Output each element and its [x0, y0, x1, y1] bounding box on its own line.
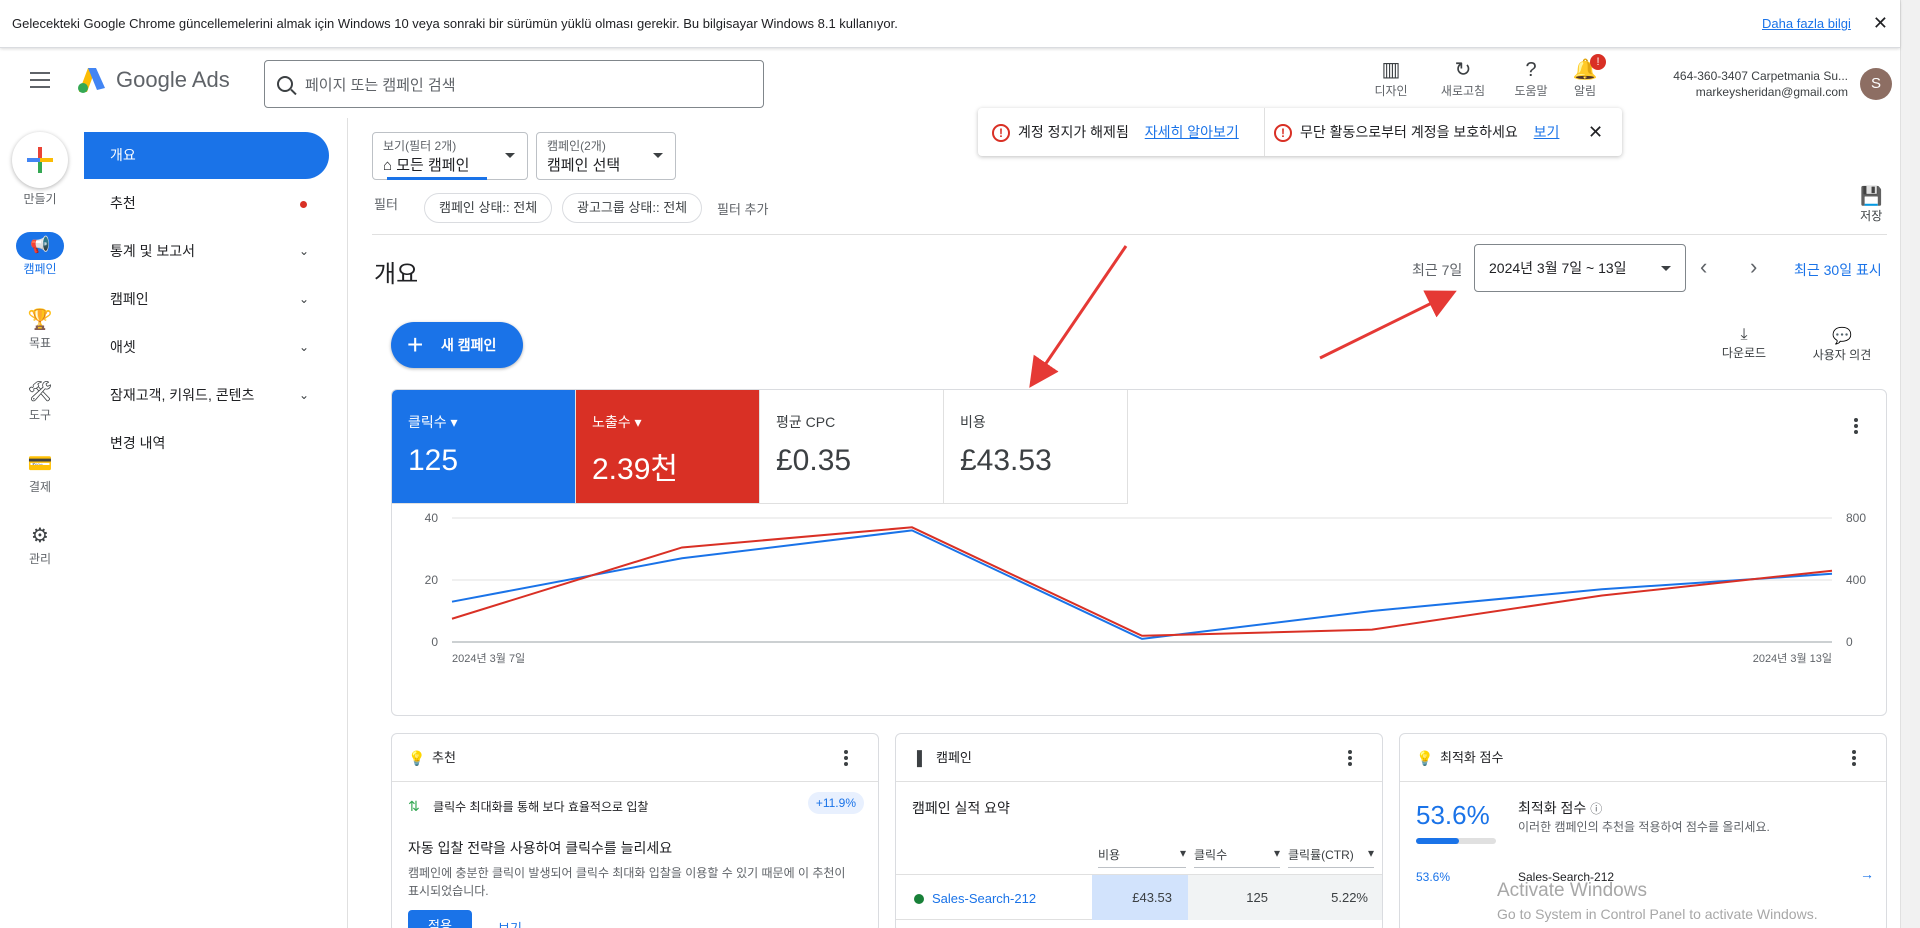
bar-chart-icon: ▐ — [912, 750, 922, 766]
metric-value: £0.35 — [776, 444, 852, 477]
apply-button[interactable]: 적용 — [408, 910, 472, 928]
optimization-score-value: 53.6% — [1416, 800, 1490, 830]
card-more-icon[interactable] — [1852, 750, 1856, 768]
x-tick-label: 2024년 3월 13일 — [1753, 651, 1832, 665]
card-more-icon[interactable] — [844, 750, 848, 768]
metric-label: 노출수 — [592, 414, 631, 430]
metric-label: 평균 CPC — [776, 414, 836, 430]
y-left-tick-label: 20 — [425, 573, 439, 587]
campaign-summary-title: 캠페인 실적 요약 — [912, 800, 1010, 816]
rec-headline: 자동 입찰 전략을 사용하여 클릭수를 늘리세요 — [408, 840, 673, 856]
campaigns-card: ▐ 캠페인 캠페인 실적 요약 비용 ▾ 클릭수 ▾ 클릭률(CTR) ▾ Sales-… — [895, 733, 1383, 928]
metric-cost[interactable]: 비용 £43.53 — [944, 390, 1128, 504]
page-scrollbar[interactable] — [1900, 0, 1920, 928]
metric-label: 클릭수 — [408, 414, 447, 430]
campaign-name-link[interactable]: Sales-Search-212 — [932, 891, 1036, 906]
watermark-title: Activate Windows — [1497, 880, 1647, 901]
metric-value: 2.39천 — [592, 453, 678, 486]
notice-message: Gelecekteki Google Chrome güncellemeleri… — [12, 16, 898, 31]
y-right-tick-label: 0 — [1846, 635, 1853, 649]
score-heading: 최적화 점수 ⓘ — [1518, 798, 1602, 818]
lightbulb-icon: 💡 — [408, 750, 426, 766]
update-notice-bar: Gelecekteki Google Chrome güncellemeleri… — [0, 0, 1900, 48]
metric-avg-cpc[interactable]: 평균 CPC £0.35 — [760, 390, 944, 504]
table-row[interactable]: Sales-Search-212 £43.53 125 5.22% — [896, 874, 1382, 920]
col-clicks[interactable]: 클릭수 ▾ — [1194, 846, 1280, 868]
col-ctr[interactable]: 클릭률(CTR) ▾ — [1288, 846, 1374, 868]
metric-label: 비용 — [960, 414, 986, 430]
windows-activation-watermark: Activate Windows Go to System in Control… — [1497, 880, 1818, 922]
line-chart: 0204004008002024년 3월 7일 2024년 3월 13일 — [425, 511, 1867, 665]
card-more-icon[interactable] — [1348, 750, 1352, 768]
caret-down-icon: ▾ — [1273, 846, 1280, 860]
caret-down-icon: ▾ — [1179, 846, 1186, 860]
notice-learn-more-link[interactable]: Daha fazla bilgi — [1762, 16, 1851, 31]
x-tick-label: 2024년 3월 7일 — [452, 651, 525, 665]
cell-clicks: 125 — [1188, 875, 1284, 920]
y-right-tick-label: 800 — [1846, 511, 1866, 525]
score-description: 이러한 캠페인의 추천을 적용하여 점수를 올리세요. — [1518, 820, 1770, 834]
watermark-subtitle: Go to System in Control Panel to activat… — [1497, 906, 1818, 922]
col-header-label: 클릭률(CTR) — [1288, 848, 1354, 862]
enabled-status-icon — [914, 894, 924, 904]
recommendations-card: 💡 추천 ⇅ 클릭수 최대화를 통해 보다 효율적으로 입찰 +11.9% 자동 … — [391, 733, 879, 928]
card-title: 최적화 점수 — [1440, 750, 1504, 765]
series-line-clicks — [451, 529, 1833, 640]
card-title: 추천 — [432, 750, 456, 765]
view-rec-button[interactable]: 보기 — [498, 918, 522, 928]
rec-item[interactable]: ⇅ 클릭수 최대화를 통해 보다 효율적으로 입찰 +11.9% — [408, 792, 868, 815]
caret-down-icon: ▾ — [634, 414, 642, 430]
y-left-tick-label: 40 — [425, 511, 439, 525]
row-score: 53.6% — [1416, 870, 1451, 884]
cell-ctr: 5.22% — [1284, 875, 1382, 920]
caret-down-icon: ▾ — [1367, 846, 1374, 860]
series-line-impressions — [451, 526, 1833, 637]
annotation-arrow-2 — [1319, 290, 1457, 360]
col-header-label: 클릭수 — [1194, 848, 1228, 862]
col-header-label: 비용 — [1098, 848, 1121, 862]
rec-description: 캠페인에 충분한 클릭이 발생되어 클릭수 최대화 입찰을 이용할 수 있기 때… — [408, 866, 846, 898]
annotation-arrow-1 — [1029, 245, 1128, 388]
cell-cost: £43.53 — [1092, 875, 1188, 920]
bid-arrows-icon: ⇅ — [408, 798, 420, 814]
score-bar — [1416, 838, 1496, 844]
y-right-tick-label: 400 — [1846, 573, 1866, 587]
metric-value: 125 — [408, 444, 459, 477]
notice-close-icon[interactable]: ✕ — [1873, 13, 1888, 34]
y-left-tick-label: 0 — [431, 635, 438, 649]
metric-value: £43.53 — [960, 444, 1052, 477]
chart-more-icon[interactable] — [1854, 418, 1858, 436]
performance-chart-card: 클릭수 ▾ 125 노출수 ▾ 2.39천 평균 CPC £0.35 비용 £4… — [391, 389, 1887, 716]
uplift-badge: +11.9% — [807, 792, 864, 814]
score-heading-text: 최적화 점수 — [1518, 800, 1587, 816]
col-cost[interactable]: 비용 ▾ — [1098, 846, 1186, 868]
arrow-right-icon[interactable]: → — [1860, 866, 1874, 882]
card-title: 캠페인 — [936, 750, 972, 765]
lightbulb-icon: 💡 — [1416, 750, 1434, 766]
metric-impressions[interactable]: 노출수 ▾ 2.39천 — [576, 390, 760, 504]
metric-clicks[interactable]: 클릭수 ▾ 125 — [392, 390, 576, 504]
score-bar-fill — [1416, 838, 1459, 844]
caret-down-icon: ▾ — [450, 414, 458, 430]
rec-item-text: 클릭수 최대화를 통해 보다 효율적으로 입찰 — [433, 800, 649, 814]
help-icon[interactable]: ⓘ — [1590, 802, 1602, 816]
